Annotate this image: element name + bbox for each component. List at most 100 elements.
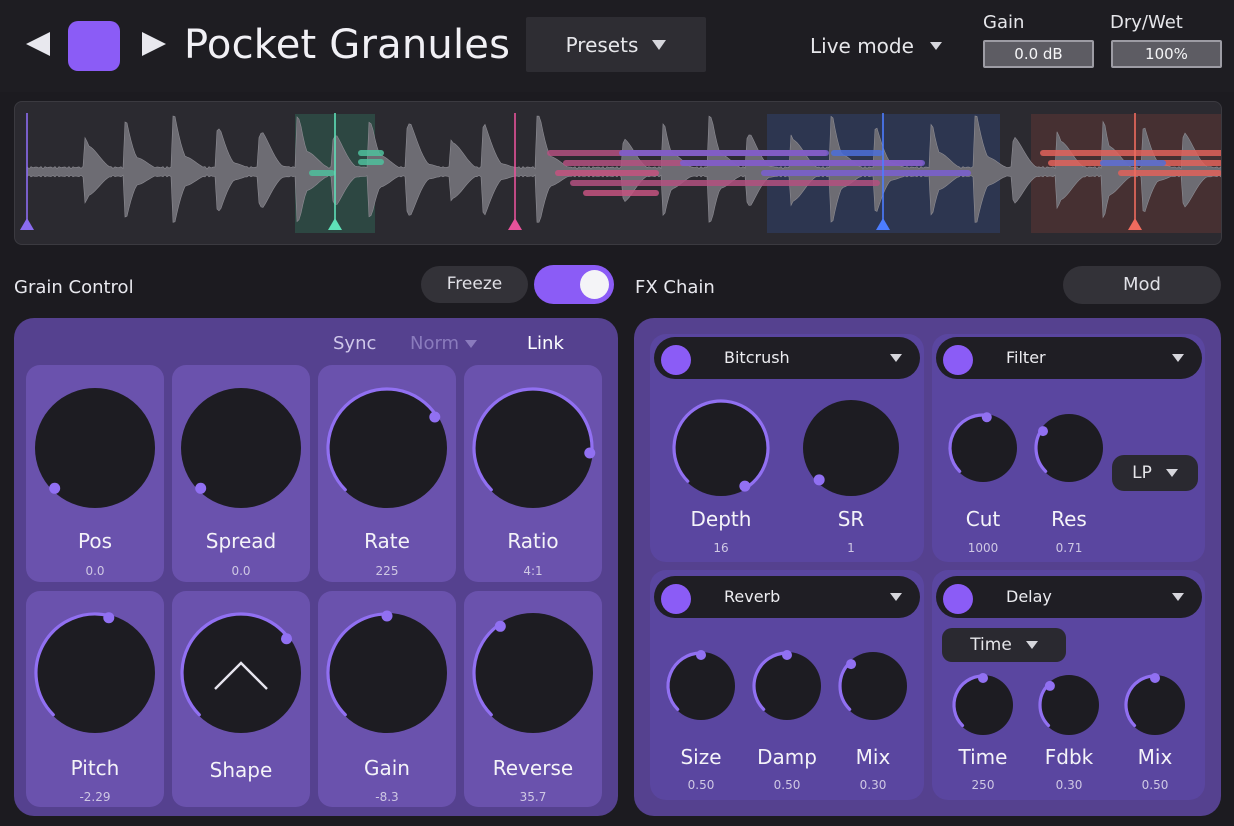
reverb-mix-knob-indicator <box>846 659 857 670</box>
reverb-size-knob[interactable] <box>661 646 741 726</box>
reverb-enable-toggle[interactable] <box>661 584 691 614</box>
freeze-toggle[interactable] <box>534 265 614 304</box>
drywet-value-field[interactable]: 100% <box>1111 40 1222 68</box>
bitcrush-depth-knob-indicator <box>739 480 751 492</box>
freeze-button[interactable]: Freeze <box>421 266 528 303</box>
filter-header[interactable]: Filter <box>936 337 1202 379</box>
rate-value: 225 <box>375 564 399 578</box>
reverb-name: Reverb <box>724 587 781 606</box>
norm-dropdown[interactable]: Norm <box>410 333 478 354</box>
pitch-knob-indicator <box>103 612 115 624</box>
chevron-down-icon <box>1172 593 1184 601</box>
spread-knob-indicator <box>195 482 207 494</box>
drywet-label: Dry/Wet <box>1110 12 1183 33</box>
bitcrush-depth-knob[interactable] <box>667 394 775 502</box>
mod-button[interactable]: Mod <box>1063 266 1221 304</box>
delay-mix-knob[interactable] <box>1119 669 1191 741</box>
pos-label: Pos <box>77 529 112 553</box>
bitcrush-sr-knob[interactable] <box>797 394 905 502</box>
pitch-value: -2.29 <box>79 790 111 804</box>
filter-enable-toggle[interactable] <box>943 345 973 375</box>
plugin-title: Pocket Granules <box>184 22 511 68</box>
norm-label: Norm <box>410 333 460 354</box>
logo-square[interactable] <box>68 21 120 71</box>
ratio-value: 4:1 <box>523 564 543 578</box>
pos-knob[interactable] <box>29 382 161 514</box>
pos-value: 0.0 <box>85 564 105 578</box>
shape-knob[interactable] <box>175 607 307 739</box>
fx-chain-title: FX Chain <box>635 277 715 298</box>
gain-value-field[interactable]: 0.0 dB <box>983 40 1094 68</box>
filter-type-dropdown[interactable]: LP <box>1112 455 1198 491</box>
reverse-knob-indicator <box>494 620 506 632</box>
reverb-size-knob-indicator <box>696 650 706 660</box>
delay-mode-dropdown[interactable]: Time <box>942 628 1066 662</box>
delay-name: Delay <box>1006 587 1052 606</box>
ratio-label: Ratio <box>507 529 559 553</box>
live-mode-dropdown[interactable]: Live mode <box>810 31 942 61</box>
ratio-knob-indicator <box>584 447 596 459</box>
filter-res-label: Res <box>1051 507 1087 531</box>
chevron-down-icon <box>1172 354 1184 362</box>
delay-enable-toggle[interactable] <box>943 584 973 614</box>
chevron-down-icon <box>465 339 478 348</box>
bitcrush-depth-label: Depth <box>690 507 752 531</box>
reverb-mix-knob[interactable] <box>833 646 913 726</box>
link-option[interactable]: Link <box>527 333 564 354</box>
spread-knob[interactable] <box>175 382 307 514</box>
filter-name: Filter <box>1006 348 1046 367</box>
bitcrush-depth-value: 16 <box>713 541 729 555</box>
rate-knob-indicator <box>429 411 441 423</box>
delay-mix-knob-indicator <box>1150 673 1160 683</box>
chevron-down-icon <box>890 354 902 362</box>
reverb-mix-label: Mix <box>855 745 891 769</box>
filter-cut-knob[interactable] <box>943 408 1023 488</box>
grain-bar <box>1118 170 1221 176</box>
pos-knob-indicator <box>49 482 61 494</box>
grain-bar <box>831 150 883 156</box>
grain-bar <box>570 180 880 186</box>
gain-label: Gain <box>983 12 1025 33</box>
grain-bar <box>583 190 659 196</box>
bitcrush-name: Bitcrush <box>724 348 790 367</box>
bitcrush-sr-value: 1 <box>847 541 855 555</box>
grain-bar <box>358 159 384 165</box>
toggle-knob <box>580 270 609 299</box>
waveform-display[interactable] <box>14 101 1222 245</box>
grain-bar <box>761 170 971 176</box>
chevron-down-icon <box>1025 641 1038 649</box>
sync-option[interactable]: Sync <box>333 333 376 354</box>
reverb-mix-value: 0.30 <box>859 778 887 792</box>
gain-label: Gain <box>364 756 410 780</box>
reverb-damp-knob[interactable] <box>747 646 827 726</box>
filter-res-knob[interactable] <box>1029 408 1109 488</box>
previous-preset-button[interactable] <box>22 26 54 62</box>
bitcrush-sr-knob-indicator <box>813 474 825 486</box>
gain-knob[interactable] <box>321 607 453 739</box>
rate-label: Rate <box>364 529 410 553</box>
presets-dropdown[interactable]: Presets <box>526 17 706 72</box>
rate-knob[interactable] <box>321 382 453 514</box>
pitch-knob[interactable] <box>29 607 161 739</box>
delay-fdbk-knob-indicator <box>1044 680 1055 691</box>
playhead-marker-pink-triangle-icon <box>508 218 522 230</box>
gain-value: -8.3 <box>375 790 399 804</box>
grain-bar <box>555 170 659 176</box>
bitcrush-header[interactable]: Bitcrush <box>654 337 920 379</box>
delay-time-knob[interactable] <box>947 669 1019 741</box>
shape-knob-indicator <box>281 633 293 645</box>
bitcrush-enable-toggle[interactable] <box>661 345 691 375</box>
reverse-label: Reverse <box>492 756 574 780</box>
ratio-knob[interactable] <box>467 382 599 514</box>
delay-header[interactable]: Delay <box>936 576 1202 618</box>
reverse-knob[interactable] <box>467 607 599 739</box>
next-preset-button[interactable] <box>138 26 170 62</box>
spread-label: Spread <box>205 529 277 553</box>
grain-bar <box>680 160 925 166</box>
bitcrush-sr-label: SR <box>837 507 865 531</box>
gain-knob-indicator <box>381 610 393 622</box>
reverb-header[interactable]: Reverb <box>654 576 920 618</box>
delay-mix-label: Mix <box>1137 745 1173 769</box>
presets-label: Presets <box>565 32 639 57</box>
delay-fdbk-knob[interactable] <box>1033 669 1105 741</box>
